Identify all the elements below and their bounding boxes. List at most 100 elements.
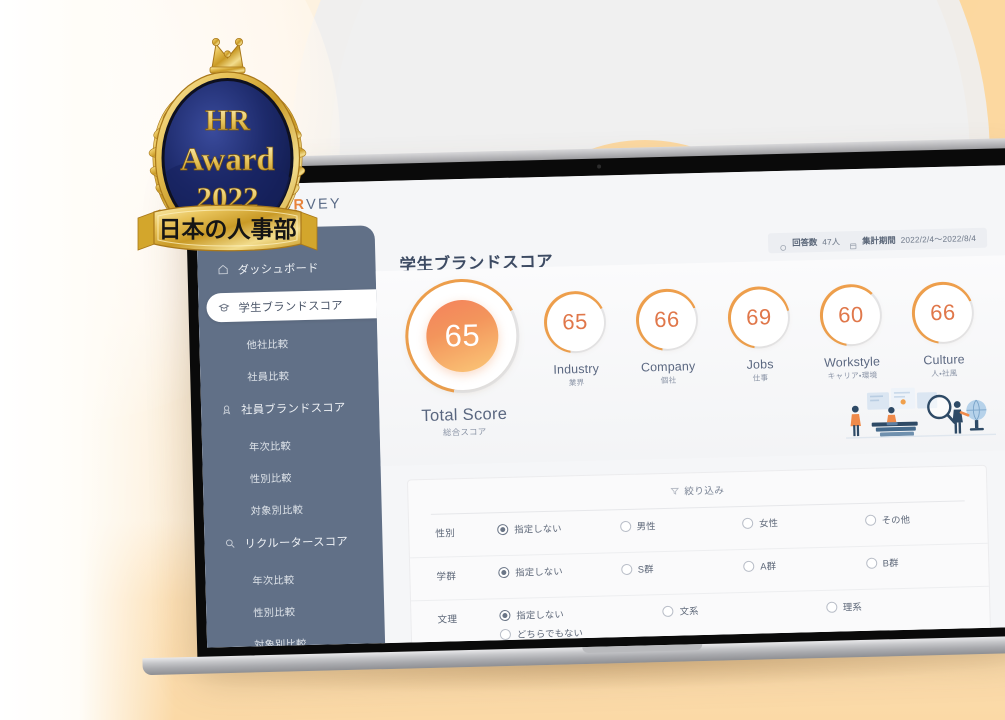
score-panel: 65 Total Score 総合スコア 65 Industry 業界 66 C… [375, 255, 1005, 467]
period-group: 集計期間 2022/2/4〜2022/8/4 [849, 232, 977, 250]
sidebar-subitem-label: 社員比較 [247, 370, 290, 383]
radio-label: 指定しない [516, 609, 565, 621]
radio-label: 理系 [842, 602, 863, 613]
radio-indicator [662, 605, 674, 617]
score-ring-culture: 66 [911, 281, 975, 345]
filter-title: 絞り込み [684, 485, 725, 498]
sidebar-subitem-target-compare-2[interactable]: 対象別比較 [207, 627, 386, 648]
radio-label: 文系 [679, 606, 699, 617]
radio-group-any[interactable]: 指定しない [498, 562, 621, 579]
radio-indicator [743, 560, 755, 572]
sidebar-subitem-other-company[interactable]: 他社比較 [199, 327, 378, 357]
score-value-industry: 65 [561, 308, 589, 335]
radio-indicator [742, 517, 754, 529]
radio-indicator [499, 609, 511, 621]
laptop-camera-icon [597, 164, 602, 169]
score-sublabel-culture: 人・社風 [931, 368, 958, 379]
score-card-culture: 66 Culture 人・社風 [900, 281, 986, 380]
radio-label: 女性 [759, 518, 779, 529]
score-card-company: 66 Company 個社 [624, 288, 710, 387]
filter-options: 指定しない S群 A群 B群 [498, 553, 988, 584]
radio-gender-male[interactable]: 男性 [619, 516, 743, 533]
score-ring-jobs: 69 [727, 285, 791, 350]
radio-major-any[interactable]: 指定しない [499, 604, 663, 622]
radio-label: 男性 [636, 521, 656, 532]
radio-label: 指定しない [514, 523, 562, 535]
filter-options: 指定しない 文系 理系 どちらでもない [499, 596, 990, 643]
badge-line1: HR [205, 104, 250, 137]
filter-row-label: 性別 [435, 528, 456, 540]
score-card-industry: 65 Industry 業界 [532, 290, 618, 389]
radio-label: B群 [882, 558, 899, 569]
respondents-value: 47人 [822, 237, 841, 247]
sidebar: ダッシュボード 学生ブランドスコア 他社比較 社員比較 社員ブランドスコア 年次… [196, 225, 386, 648]
sidebar-subitem-label: 年次比較 [252, 574, 295, 587]
score-ring-industry: 65 [543, 290, 607, 354]
radio-group-b[interactable]: B群 [865, 553, 989, 570]
score-label-company: Company [640, 359, 696, 375]
badge-icon [221, 404, 232, 415]
home-icon [217, 264, 228, 275]
radio-gender-other[interactable]: その他 [864, 510, 987, 527]
score-label-culture: Culture [923, 352, 965, 368]
radio-indicator [499, 628, 512, 640]
sidebar-item-label: 学生ブランドスコア [238, 299, 344, 315]
radio-indicator [497, 523, 509, 535]
radio-gender-any[interactable]: 指定しない [497, 519, 620, 536]
calendar-icon [849, 237, 857, 250]
total-score-card: 65 Total Score 総合スコア [398, 277, 528, 439]
score-ring-company: 66 [635, 288, 699, 352]
filter-options: 指定しない 男性 女性 その他 [497, 510, 987, 541]
score-card-jobs: 69 Jobs 仕事 [716, 285, 802, 384]
sidebar-subitem-yearly-compare-1[interactable]: 年次比較 [202, 429, 381, 459]
sidebar-subitem-employee-compare[interactable]: 社員比較 [200, 359, 379, 389]
radio-major-science[interactable]: 理系 [825, 596, 990, 614]
graduation-icon [218, 302, 230, 313]
sidebar-item-label: リクルータースコア [244, 535, 349, 551]
radio-group-s[interactable]: S群 [620, 559, 744, 576]
score-value-jobs: 69 [745, 304, 773, 330]
total-score-label: Total Score [421, 404, 508, 426]
radio-group-a[interactable]: A群 [743, 556, 866, 573]
score-value-culture: 66 [929, 299, 956, 326]
sidebar-item-employee-brand-score[interactable]: 社員ブランドスコア [201, 391, 380, 424]
score-sublabel-jobs: 仕事 [752, 373, 769, 383]
respondents-label: 回答数 [792, 237, 818, 248]
sidebar-subitem-target-compare-1[interactable]: 対象別比較 [203, 493, 382, 523]
radio-major-humanities[interactable]: 文系 [662, 600, 826, 618]
period-value: 2022/2/4〜2022/8/4 [900, 234, 977, 245]
main-content: 学生ブランドスコア 回答数 47人 集計期間 2022/2/4〜2022/8/4… [375, 209, 1005, 644]
radio-indicator [864, 514, 876, 526]
filter-row-label: 文理 [437, 614, 458, 626]
search-icon [224, 538, 235, 549]
radio-label: A群 [760, 561, 777, 572]
total-score-value: 65 [425, 299, 500, 373]
score-sublabel-company: 個社 [660, 375, 677, 386]
radio-label: 指定しない [515, 566, 563, 578]
sidebar-subitem-gender-compare-2[interactable]: 性別比較 [206, 595, 385, 625]
sidebar-subitem-label: 対象別比較 [250, 504, 304, 517]
score-sublabel-workstyle: キャリア・環境 [827, 370, 878, 381]
radio-gender-female[interactable]: 女性 [742, 513, 865, 530]
score-value-workstyle: 60 [837, 301, 864, 328]
filter-row-label: 学群 [436, 571, 457, 583]
sidebar-subitem-label: 年次比較 [248, 440, 292, 453]
radio-indicator [498, 566, 510, 578]
badge-ribbon: 日本の人事部 [137, 204, 318, 252]
score-value-company: 66 [653, 306, 681, 333]
badge-line2: Award [180, 142, 275, 178]
filter-card: 絞り込み 性別 指定しない 男性 女性 その他 学群 指定しない S群 A群 B… [406, 464, 992, 644]
total-score-sublabel: 総合スコア [442, 426, 487, 438]
sidebar-subitem-label: 対象別比較 [253, 638, 307, 648]
sidebar-subitem-yearly-compare-2[interactable]: 年次比較 [205, 563, 384, 593]
score-ring-workstyle: 60 [819, 283, 883, 347]
sidebar-subitem-label: 性別比較 [249, 472, 292, 485]
score-card-workstyle: 60 Workstyle キャリア・環境 [808, 283, 894, 382]
sidebar-subitem-gender-compare-1[interactable]: 性別比較 [203, 461, 382, 491]
radio-indicator [865, 557, 877, 569]
sidebar-subitem-label: 性別比較 [253, 606, 296, 619]
sidebar-item-recruiter-score[interactable]: リクルータースコア [204, 525, 383, 558]
radio-label: S群 [637, 564, 654, 575]
crown-icon [209, 37, 246, 74]
sidebar-item-student-brand-score[interactable]: 学生ブランドスコア [206, 289, 377, 323]
